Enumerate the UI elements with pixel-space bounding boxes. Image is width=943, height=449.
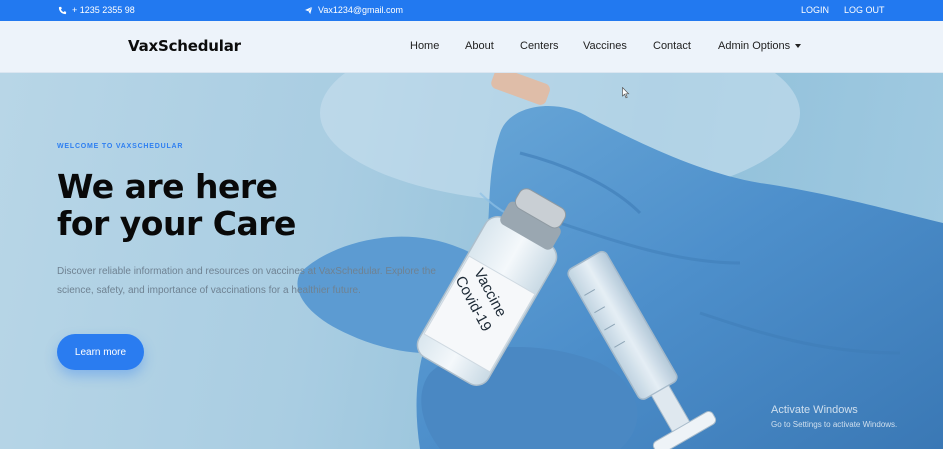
- nav-about[interactable]: About: [465, 40, 494, 52]
- hero-eyebrow: WELCOME TO VAXSCHEDULAR: [57, 143, 184, 150]
- hero-description: Discover reliable information and resour…: [57, 266, 436, 296]
- hero-section: Vaccine Covid-19 WELCOME TO VAXSCHEDULAR…: [0, 73, 943, 449]
- vaccine-hero-illustration: Vaccine Covid-19: [297, 73, 943, 449]
- paper-plane-icon: [304, 5, 313, 15]
- email-contact: Vax1234@gmail.com: [304, 5, 403, 15]
- nav-menu: Home About Centers Vaccines Contact Admi…: [0, 40, 943, 56]
- phone-contact: + 1235 2355 98: [58, 5, 135, 15]
- phone-icon: [58, 6, 67, 14]
- email-address: Vax1234@gmail.com: [318, 5, 404, 15]
- nav-home[interactable]: Home: [410, 40, 439, 52]
- headline-line-1: We are here: [57, 167, 278, 206]
- mouse-cursor-icon: [622, 87, 630, 99]
- windows-activation-watermark: Activate Windows Go to Settings to activ…: [771, 404, 897, 429]
- nav-centers[interactable]: Centers: [520, 40, 559, 52]
- caret-down-icon: [795, 44, 802, 48]
- hero-headline: We are here for your Care: [57, 168, 377, 242]
- logout-link[interactable]: LOG OUT: [844, 5, 885, 15]
- nav-contact[interactable]: Contact: [653, 40, 691, 52]
- watermark-title: Activate Windows: [771, 404, 858, 416]
- login-link[interactable]: LOGIN: [801, 5, 829, 15]
- top-contact-bar: + 1235 2355 98 Vax1234@gmail.com LOGIN L…: [0, 0, 943, 21]
- nav-vaccines[interactable]: Vaccines: [583, 40, 627, 52]
- watermark-subtitle: Go to Settings to activate Windows.: [771, 420, 898, 429]
- main-navbar: VaxSchedular Home About Centers Vaccines…: [0, 21, 943, 73]
- nav-admin-options-dropdown[interactable]: Admin Options: [718, 40, 802, 52]
- headline-line-2: for your Care: [57, 204, 296, 243]
- learn-more-button[interactable]: Learn more: [57, 334, 144, 370]
- admin-options-label: Admin Options: [718, 40, 791, 52]
- phone-number: + 1235 2355 98: [72, 5, 135, 15]
